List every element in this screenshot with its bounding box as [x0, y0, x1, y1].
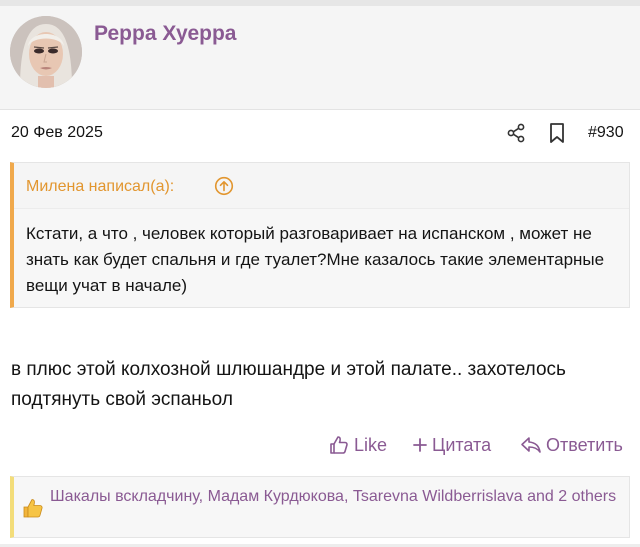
share-icon[interactable]: [506, 123, 526, 143]
post-actions: Like Цитата Ответить: [0, 430, 640, 460]
post-date[interactable]: 20 Фев 2025: [11, 124, 103, 142]
username-link[interactable]: Рерра Хуерра: [94, 22, 236, 46]
plus-icon: [413, 438, 427, 452]
quote-button[interactable]: Цитата: [412, 430, 491, 460]
quote-author-link[interactable]: Милена написал(а):: [26, 178, 174, 196]
quote-block: Милена написал(а): Кстати, а что , челов…: [10, 162, 630, 308]
bookmark-icon[interactable]: [548, 122, 566, 144]
reactions-bar: Шакалы вскладчину, Мадам Курдюкова, Tsar…: [10, 476, 630, 538]
avatar[interactable]: [10, 16, 82, 88]
like-label: Like: [354, 434, 388, 455]
post-number-link[interactable]: #930: [588, 124, 624, 142]
post-message: в плюс этой колхозной шлюшандре и этой п…: [11, 359, 566, 410]
reply-label: Ответить: [546, 434, 623, 455]
quote-text: Кстати, а что , человек который разговар…: [26, 224, 605, 295]
reply-arrow-icon: [521, 437, 541, 453]
like-button[interactable]: Like: [328, 430, 387, 460]
reply-button[interactable]: Ответить: [520, 430, 623, 460]
quote-label: Цитата: [432, 434, 492, 455]
thumbs-up-emoji-icon[interactable]: [22, 497, 44, 519]
arrow-up-circle-icon[interactable]: [214, 176, 234, 196]
reactions-list-link[interactable]: Шакалы вскладчину, Мадам Курдюкова, Tsar…: [50, 486, 620, 508]
thumbs-up-icon: [330, 436, 348, 454]
post-meta-row: 20 Фев 2025 #930: [0, 110, 640, 156]
avatar-portrait-icon: [10, 16, 82, 88]
quote-header: Милена написал(а):: [14, 163, 629, 209]
post-author-block: Рерра Хуерра: [0, 6, 640, 110]
